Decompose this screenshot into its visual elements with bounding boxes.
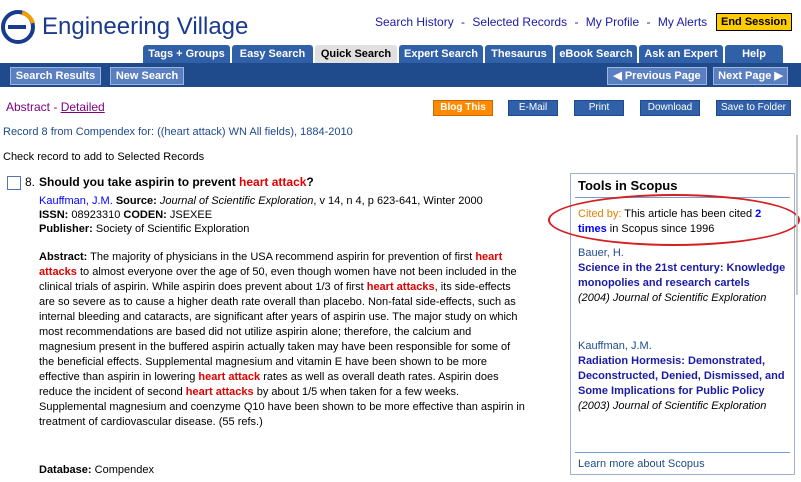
coden-value: JSEXEE xyxy=(169,209,213,221)
new-search-button[interactable]: New Search xyxy=(110,67,184,85)
ev-logo-icon xyxy=(1,10,35,44)
view-separator: - xyxy=(53,100,58,114)
learn-more-scopus-link[interactable]: Learn more about Scopus xyxy=(578,458,705,470)
record-issn-line: ISSN: 08923310 CODEN: JSEXEE xyxy=(39,209,212,221)
check-record-hint: Check record to add to Selected Records xyxy=(3,151,205,163)
database-value: Compendex xyxy=(94,464,154,476)
next-page-button[interactable]: Next Page ▶ xyxy=(713,67,788,85)
abstract-part: The majority of physicians in the USA re… xyxy=(87,251,476,263)
link-separator: - xyxy=(461,15,466,29)
detailed-view-link[interactable]: Detailed xyxy=(61,100,105,114)
abstract-label: Abstract: xyxy=(39,251,88,263)
issn-label: ISSN: xyxy=(39,209,69,221)
abstract-highlight: heart attack xyxy=(198,371,261,383)
record-number: 8. xyxy=(25,175,36,189)
search-history-link[interactable]: Search History xyxy=(375,15,454,29)
database-label: Database: xyxy=(39,464,92,476)
brand-name: Engineering Village xyxy=(42,13,249,40)
abstract-text: Abstract: The majority of physicians in … xyxy=(39,250,527,430)
record-info: Record 8 from Compendex for: ((heart att… xyxy=(3,126,353,138)
link-separator: - xyxy=(646,15,651,29)
abstract-highlight: heart attacks xyxy=(366,281,435,293)
main-tabs: Tags + Groups Easy Search Quick Search E… xyxy=(143,45,785,63)
record-title[interactable]: Should you take aspirin to prevent heart… xyxy=(39,175,314,189)
top-links: Search History - Selected Records - My P… xyxy=(375,15,707,29)
print-button[interactable]: Print xyxy=(574,100,624,116)
scopus-reference: Kauffman, J.M. Radiation Hormesis: Demon… xyxy=(578,339,788,414)
my-profile-link[interactable]: My Profile xyxy=(586,15,639,29)
reference-source: (2004) Journal of Scientific Exploration xyxy=(578,292,767,304)
source-journal: Journal of Scientific Exploration xyxy=(159,195,314,207)
tab-ebook-search[interactable]: eBook Search xyxy=(555,45,637,63)
engineering-village-logo[interactable]: Engineering Village xyxy=(0,8,248,46)
cited-by-highlight-oval xyxy=(548,194,800,246)
email-button[interactable]: E-Mail xyxy=(508,100,558,116)
reference-title[interactable]: Radiation Hormesis: Demonstrated, Decons… xyxy=(578,354,788,399)
tab-thesaurus[interactable]: Thesaurus xyxy=(485,45,553,63)
scopus-panel-title: Tools in Scopus xyxy=(578,178,678,193)
author-link[interactable]: Kauffman, J.M. xyxy=(39,195,113,207)
tab-ask-an-expert[interactable]: Ask an Expert xyxy=(639,45,723,63)
blog-this-button[interactable]: Blog This xyxy=(433,100,493,116)
title-highlight: heart attack xyxy=(239,175,307,189)
save-to-folder-button[interactable]: Save to Folder xyxy=(716,100,791,116)
reference-title[interactable]: Science in the 21st century: Knowledge m… xyxy=(578,261,788,291)
source-details: , v 14, n 4, p 623-641, Winter 2000 xyxy=(313,195,483,207)
reference-author[interactable]: Bauer, H. xyxy=(578,246,788,261)
record-source-line: Kauffman, J.M. Source: Journal of Scient… xyxy=(39,195,483,207)
search-results-button[interactable]: Search Results xyxy=(10,67,101,85)
title-text: Should you take aspirin to prevent xyxy=(39,175,240,189)
scopus-divider xyxy=(575,452,790,453)
tab-help[interactable]: Help xyxy=(725,45,783,63)
record-publisher-line: Publisher: Society of Scientific Explora… xyxy=(39,223,249,235)
reference-source: (2003) Journal of Scientific Exploration xyxy=(578,400,767,412)
source-label: Source: xyxy=(115,195,157,207)
scrollbar-track[interactable] xyxy=(796,135,798,295)
abstract-highlight: heart attacks xyxy=(185,386,254,398)
download-button[interactable]: Download xyxy=(640,100,700,116)
end-session-button[interactable]: End Session xyxy=(716,13,792,31)
abstract-view-label: Abstract xyxy=(6,100,51,114)
tab-tags-groups[interactable]: Tags + Groups xyxy=(143,45,230,63)
my-alerts-link[interactable]: My Alerts xyxy=(658,15,707,29)
publisher-label: Publisher: xyxy=(39,223,93,235)
selected-records-link[interactable]: Selected Records xyxy=(472,15,567,29)
tab-easy-search[interactable]: Easy Search xyxy=(232,45,313,63)
previous-page-button[interactable]: ◀ Previous Page xyxy=(607,67,707,85)
view-switcher: Abstract - Detailed xyxy=(6,100,105,114)
publisher-value: Society of Scientific Exploration xyxy=(95,223,250,235)
abstract-part: , its side-effects are so severe as to c… xyxy=(39,281,518,383)
select-record-checkbox[interactable] xyxy=(7,176,21,190)
title-end: ? xyxy=(306,175,314,189)
tab-expert-search[interactable]: Expert Search xyxy=(399,45,483,63)
coden-label: CODEN: xyxy=(123,209,167,221)
link-separator: - xyxy=(574,15,579,29)
database-line: Database: Compendex xyxy=(39,464,154,476)
reference-author[interactable]: Kauffman, J.M. xyxy=(578,339,788,354)
tab-quick-search[interactable]: Quick Search xyxy=(315,45,397,63)
issn-value: 08923310 xyxy=(71,209,121,221)
scopus-reference: Bauer, H. Science in the 21st century: K… xyxy=(578,246,788,306)
